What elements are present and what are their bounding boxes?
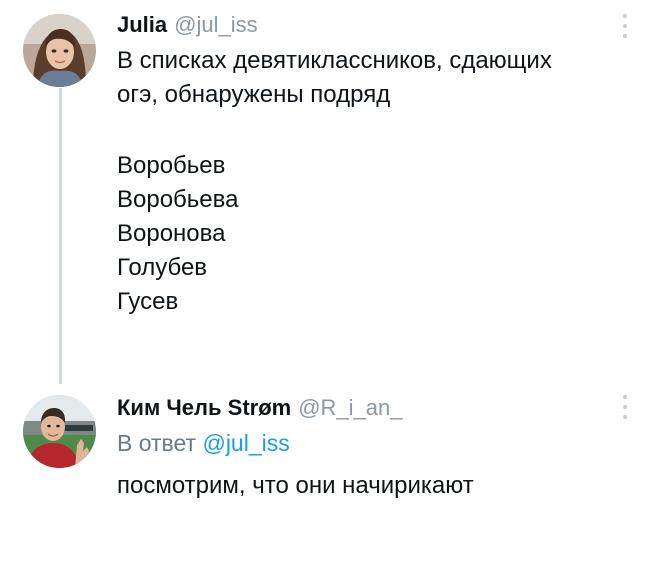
tweet-text-line: Гусев xyxy=(117,288,179,315)
tweet-header: Julia @jul_iss xyxy=(117,12,620,38)
more-icon-dot xyxy=(623,395,627,399)
tweet-original[interactable]: Julia @jul_iss В списках девятикласснико… xyxy=(0,0,660,384)
more-icon-dot xyxy=(623,405,627,409)
tweet-text-line: посмотрим, что они начирикают xyxy=(117,472,474,499)
tweet-text-line: огэ, обнаружены подряд xyxy=(117,81,391,108)
user-handle[interactable]: @R_i_an_ xyxy=(298,395,402,421)
tweet-reply[interactable]: Ким Чель Strøm @R_i_an_ В ответ @jul_iss… xyxy=(0,384,660,577)
more-icon-dot xyxy=(623,415,627,419)
display-name[interactable]: Ким Чель Strøm xyxy=(117,395,291,421)
tweet-text-line: В списках девятиклассников, сдающих xyxy=(117,47,552,74)
reply-prefix: В ответ xyxy=(117,430,197,456)
more-vertical-icon[interactable] xyxy=(622,14,628,38)
tweet-text: В списках девятиклассников, сдающих огэ,… xyxy=(117,44,620,319)
more-icon-dot xyxy=(623,34,627,38)
tweet-text-line: Голубев xyxy=(117,254,208,281)
tweet-text-line: Воронова xyxy=(117,220,226,247)
avatar[interactable] xyxy=(23,14,96,87)
tweet-text-line-blank xyxy=(117,112,620,146)
more-icon-dot xyxy=(623,14,627,18)
avatar[interactable] xyxy=(23,395,96,468)
more-vertical-icon[interactable] xyxy=(622,395,628,419)
tweet-text: посмотрим, что они начирикают xyxy=(117,469,620,503)
avatar-photo-woman xyxy=(23,14,96,87)
tweet-header: Ким Чель Strøm @R_i_an_ xyxy=(117,395,620,421)
tweet-text-line: Воробьева xyxy=(117,186,239,213)
avatar-photo-man xyxy=(23,395,96,468)
user-handle[interactable]: @jul_iss xyxy=(174,12,257,38)
more-icon-dot xyxy=(623,24,627,28)
tweet-text-line: Воробьев xyxy=(117,152,226,179)
display-name[interactable]: Julia xyxy=(117,12,167,38)
reply-handle-link[interactable]: @jul_iss xyxy=(202,430,289,456)
reply-context: В ответ @jul_iss xyxy=(117,427,620,459)
